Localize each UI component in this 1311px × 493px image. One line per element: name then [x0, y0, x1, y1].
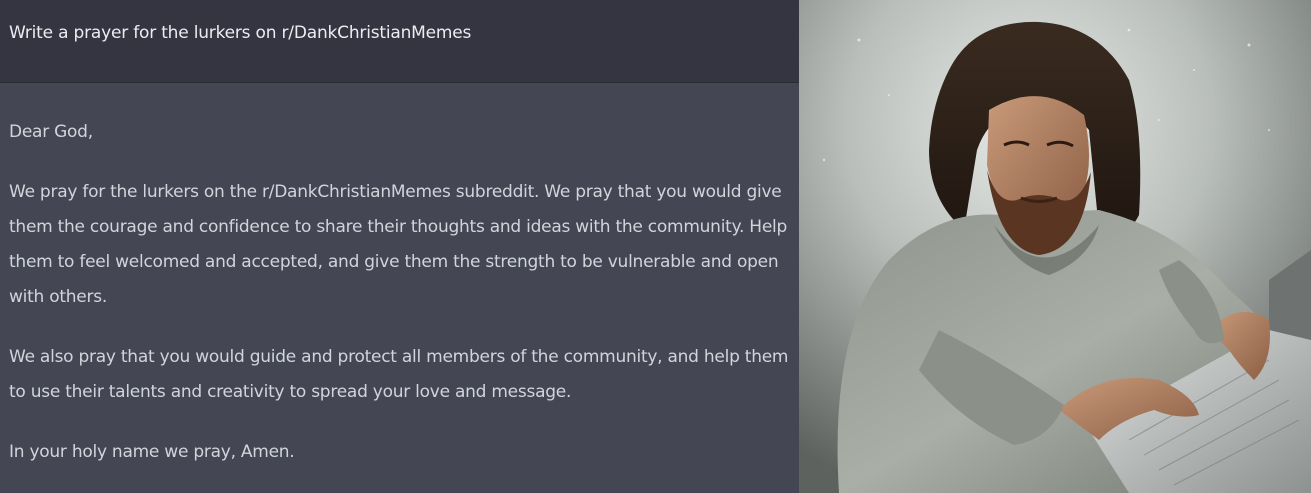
response-closing: In your holy name we pray, Amen.: [9, 442, 295, 462]
response-paragraph-2: We also pray that you would guide and pr…: [9, 347, 789, 402]
user-message: Write a prayer for the lurkers on r/Dank…: [0, 0, 799, 83]
chat-panel: Write a prayer for the lurkers on r/Dank…: [0, 0, 799, 493]
screenshot: Write a prayer for the lurkers on r/Dank…: [0, 0, 1311, 493]
response-greeting: Dear God,: [9, 122, 93, 142]
illustration-svg: [799, 0, 1311, 493]
jesus-typing-illustration: [799, 0, 1311, 493]
response-paragraph-1: We pray for the lurkers on the r/DankChr…: [9, 182, 788, 307]
assistant-message: Dear God, We pray for the lurkers on the…: [0, 83, 799, 493]
user-message-text: Write a prayer for the lurkers on r/Dank…: [9, 23, 472, 43]
